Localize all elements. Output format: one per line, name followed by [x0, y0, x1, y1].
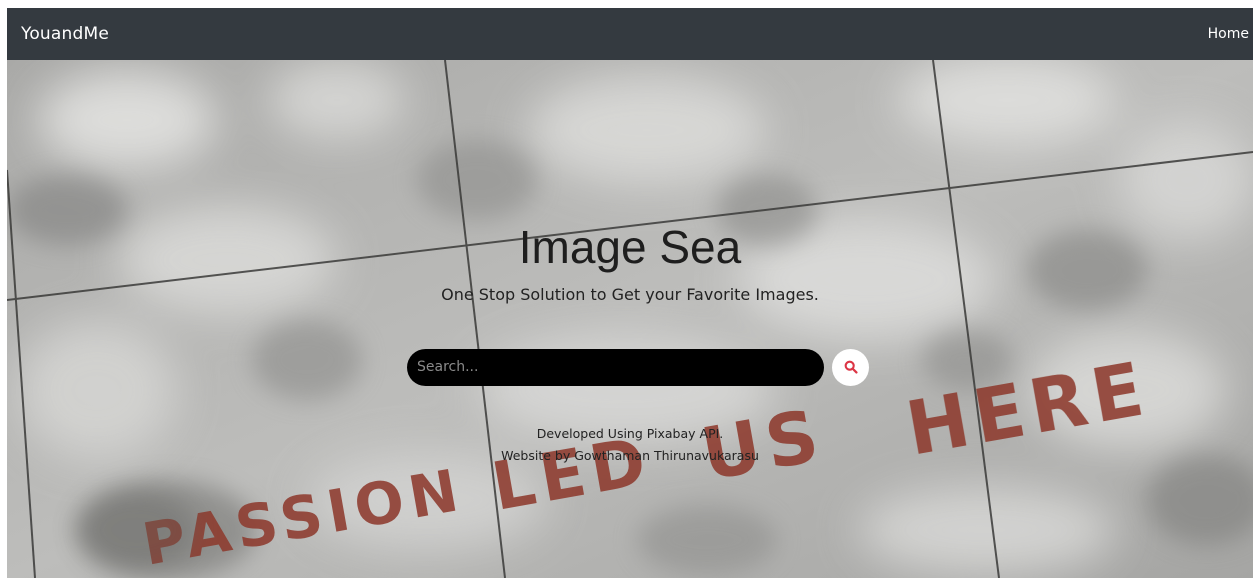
nav-link-home[interactable]: Home — [1208, 26, 1249, 42]
hero-background-image: PASSION LED US HERE — [7, 60, 1253, 578]
search-icon — [844, 360, 858, 374]
page-subtitle: One Stop Solution to Get your Favorite I… — [441, 285, 819, 304]
page-title: Image Sea — [518, 221, 742, 273]
credit-api: Developed Using Pixabay API. — [536, 426, 724, 441]
search-input[interactable] — [407, 348, 824, 386]
credit-author: Website by Gowthaman Thirunavukarasu — [501, 448, 759, 463]
hero-section: PASSION LED US HERE Image Sea One Stop S… — [7, 60, 1253, 578]
brand-logo[interactable]: YouandMe — [21, 24, 109, 44]
page: YouandMe Home PASSION LED US HERE Image … — [7, 8, 1253, 578]
search-bar — [407, 348, 869, 386]
search-button[interactable] — [832, 348, 869, 386]
navbar: YouandMe Home — [7, 8, 1253, 60]
